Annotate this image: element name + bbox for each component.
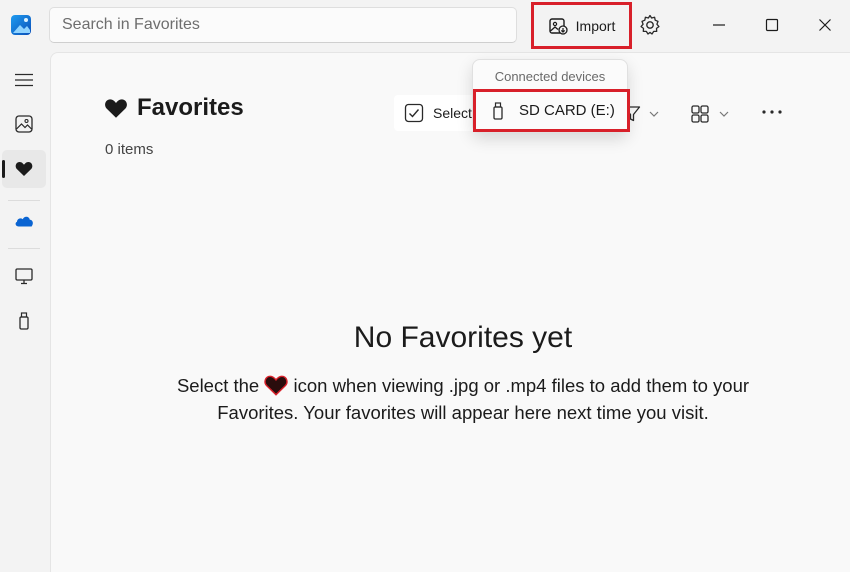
sidebar-item-gallery[interactable] bbox=[2, 105, 46, 143]
heart-icon bbox=[15, 162, 33, 176]
sidebar-item-onedrive[interactable] bbox=[2, 202, 46, 240]
device-sd-card-item[interactable]: SD CARD (E:) bbox=[473, 89, 630, 132]
page-title-text: Favorites bbox=[137, 94, 244, 121]
close-button[interactable] bbox=[810, 10, 840, 40]
search-input[interactable] bbox=[62, 16, 504, 34]
import-photo-icon bbox=[548, 17, 568, 35]
gallery-icon bbox=[15, 115, 33, 133]
usb-drive-icon bbox=[493, 101, 503, 120]
chevron-down-icon bbox=[719, 111, 729, 117]
sidebar-divider bbox=[8, 248, 40, 249]
main-content: Favorites 0 items Select No Favorites ye… bbox=[50, 52, 850, 572]
view-options-button[interactable] bbox=[691, 101, 741, 127]
favorites-heart-icon bbox=[105, 98, 127, 118]
import-dropdown-menu: Connected devices SD CARD (E:) bbox=[472, 59, 630, 133]
checkbox-icon bbox=[404, 103, 424, 123]
more-options-button[interactable] bbox=[759, 99, 785, 125]
sidebar-item-this-pc[interactable] bbox=[2, 257, 46, 295]
maximize-icon bbox=[765, 18, 779, 32]
maximize-button[interactable] bbox=[757, 10, 787, 40]
chevron-down-icon bbox=[649, 111, 659, 117]
photos-app-logo-icon bbox=[11, 15, 31, 35]
import-label: Import bbox=[575, 17, 616, 34]
empty-state-title: No Favorites yet bbox=[353, 321, 573, 354]
settings-gear-icon[interactable] bbox=[638, 13, 662, 37]
empty-state-text-after: icon when viewing .jpg or .mp4 files to … bbox=[217, 375, 750, 423]
sidebar bbox=[0, 52, 48, 572]
select-label: Select bbox=[433, 105, 472, 121]
sidebar-menu-button[interactable] bbox=[2, 61, 46, 99]
import-button[interactable]: Import bbox=[531, 2, 632, 49]
hamburger-icon bbox=[15, 73, 33, 87]
title-bar: Import bbox=[0, 0, 850, 52]
sidebar-item-usb-drive[interactable] bbox=[2, 302, 46, 340]
search-box[interactable] bbox=[49, 7, 517, 43]
minimize-button[interactable] bbox=[704, 10, 734, 40]
empty-state-text-before: Select the bbox=[176, 375, 265, 396]
sidebar-item-favorites[interactable] bbox=[2, 150, 46, 188]
more-dots-icon bbox=[762, 110, 782, 114]
onedrive-icon bbox=[15, 216, 33, 227]
device-label: SD CARD (E:) bbox=[519, 102, 615, 119]
this-pc-icon bbox=[15, 267, 33, 284]
empty-state-text: Select the icon when viewing .jpg or .mp… bbox=[171, 372, 755, 426]
usb-drive-icon bbox=[19, 312, 29, 330]
page-title: Favorites bbox=[104, 94, 244, 122]
item-count: 0 items bbox=[105, 141, 154, 158]
sidebar-divider bbox=[8, 200, 40, 201]
active-indicator bbox=[2, 160, 5, 178]
dropdown-header: Connected devices bbox=[494, 69, 606, 84]
filter-button[interactable] bbox=[623, 101, 673, 127]
layout-grid-icon bbox=[691, 105, 709, 123]
close-icon bbox=[819, 19, 831, 31]
heart-outline-icon bbox=[264, 375, 288, 396]
minimize-icon bbox=[713, 24, 725, 26]
